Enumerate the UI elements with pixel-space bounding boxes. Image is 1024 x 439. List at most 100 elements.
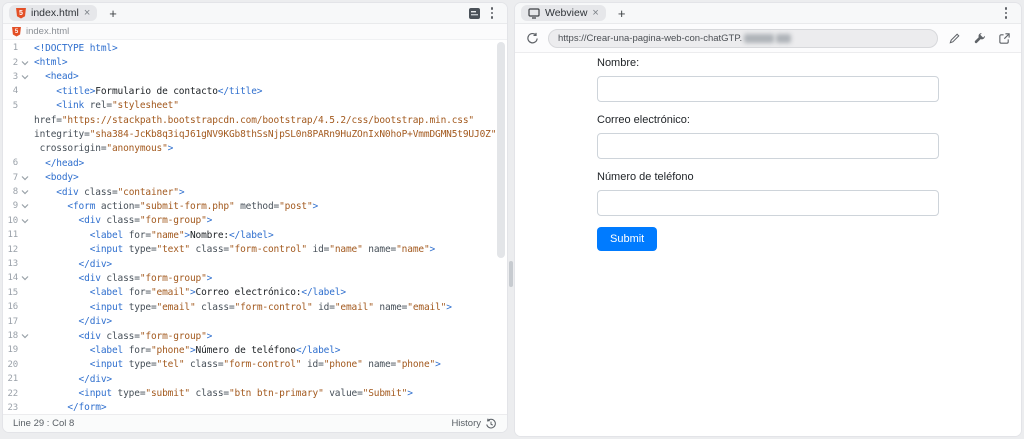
open-external-icon[interactable] xyxy=(995,30,1013,46)
code-line: 22 <input type="submit" class="btn btn-p… xyxy=(3,386,507,400)
line-number: 9 xyxy=(3,201,18,211)
editor-new-tab-button[interactable]: + xyxy=(105,7,121,20)
line-number: 22 xyxy=(3,389,18,399)
html5-file-icon: 5 xyxy=(16,8,26,19)
line-number: 2 xyxy=(3,58,18,68)
line-number: 5 xyxy=(3,101,18,111)
form-input[interactable] xyxy=(597,76,939,102)
redacted-url-segment xyxy=(744,34,774,43)
line-number: 7 xyxy=(3,173,18,183)
fold-chevron-icon[interactable] xyxy=(18,332,31,340)
line-number: 16 xyxy=(3,302,18,312)
line-number: 10 xyxy=(3,216,18,226)
code-line: 7 <body> xyxy=(3,171,507,185)
code-line: 19 <label for="phone">Número de teléfono… xyxy=(3,343,507,357)
form-label: Correo electrónico: xyxy=(597,113,939,128)
line-number: 8 xyxy=(3,187,18,197)
form-input[interactable] xyxy=(597,133,939,159)
code-line: 8 <div class="container"> xyxy=(3,185,507,199)
pane-resize-handle[interactable] xyxy=(509,261,513,287)
line-number: 19 xyxy=(3,345,18,355)
history-button[interactable]: History xyxy=(451,418,497,430)
editor-breadcrumb[interactable]: 5 index.html xyxy=(3,24,507,40)
submit-button[interactable]: Submit xyxy=(597,227,657,251)
code-editor[interactable]: 1<!DOCTYPE html>2<html>3 <head>4 <title>… xyxy=(3,40,507,414)
line-number: 18 xyxy=(3,331,18,341)
breadcrumb-filename: index.html xyxy=(26,26,69,37)
code-line: 1<!DOCTYPE html> xyxy=(3,41,507,55)
line-number: 17 xyxy=(3,317,18,327)
url-text: https://Crear-una-pagina-web-con-chatGTP… xyxy=(558,33,742,44)
edit-pencil-icon[interactable] xyxy=(945,30,963,46)
tab-index-html[interactable]: 5 index.html × xyxy=(9,5,97,21)
editor-scrollbar[interactable] xyxy=(497,42,505,258)
line-number: 6 xyxy=(3,158,18,168)
fold-chevron-icon[interactable] xyxy=(18,188,31,196)
editor-tab-label: index.html xyxy=(31,7,79,19)
code-line: crossorigin="anonymous"> xyxy=(3,142,507,156)
line-number: 11 xyxy=(3,230,18,240)
close-tab-icon[interactable]: × xyxy=(84,8,90,19)
code-line: 9 <form action="submit-form.php" method=… xyxy=(3,199,507,213)
webview-tab-label: Webview xyxy=(545,7,587,19)
close-tab-icon[interactable]: × xyxy=(592,8,598,19)
monitor-icon xyxy=(528,8,540,19)
line-number: 12 xyxy=(3,245,18,255)
cursor-position[interactable]: Line 29 : Col 8 xyxy=(13,418,74,429)
rendered-contact-form: Nombre: Correo electrónico: Número de telé… xyxy=(597,56,939,251)
workspace: 5 index.html × + 5 index.html 1<!DOCTYPE… xyxy=(0,0,1024,439)
line-number: 13 xyxy=(3,259,18,269)
fold-chevron-icon[interactable] xyxy=(18,174,31,182)
line-number: 3 xyxy=(3,72,18,82)
fold-chevron-icon[interactable] xyxy=(18,202,31,210)
form-label: Número de teléfono xyxy=(597,170,939,185)
code-line: 15 <label for="email">Correo electrónico… xyxy=(3,286,507,300)
devtools-wrench-icon[interactable] xyxy=(970,30,988,46)
code-line: 17 </div> xyxy=(3,314,507,328)
fold-chevron-icon[interactable] xyxy=(18,274,31,282)
code-line: 13 </div> xyxy=(3,257,507,271)
fold-chevron-icon[interactable] xyxy=(18,59,31,67)
line-number: 4 xyxy=(3,86,18,96)
code-line: 14 <div class="form-group"> xyxy=(3,271,507,285)
history-label: History xyxy=(451,418,481,429)
webview-urlbar: https://Crear-una-pagina-web-con-chatGTP… xyxy=(515,24,1021,53)
fold-chevron-icon[interactable] xyxy=(18,73,31,81)
line-number: 23 xyxy=(3,403,18,413)
tab-webview[interactable]: Webview × xyxy=(521,5,606,21)
form-label: Nombre: xyxy=(597,56,939,71)
code-line: 18 <div class="form-group"> xyxy=(3,329,507,343)
code-line: 11 <label for="name">Nombre:</label> xyxy=(3,228,507,242)
code-line: 16 <input type="email" class="form-contr… xyxy=(3,300,507,314)
url-input[interactable]: https://Crear-una-pagina-web-con-chatGTP… xyxy=(548,29,938,48)
line-number: 15 xyxy=(3,288,18,298)
redacted-url-segment xyxy=(776,34,791,43)
editor-pane: 5 index.html × + 5 index.html 1<!DOCTYPE… xyxy=(2,2,508,433)
code-line: 6 </head> xyxy=(3,156,507,170)
editor-menu-kebab-icon[interactable] xyxy=(483,5,501,21)
form-field-group: Nombre: xyxy=(597,56,939,102)
editor-tabbar: 5 index.html × + xyxy=(3,3,507,24)
form-input[interactable] xyxy=(597,190,939,216)
code-line: 10 <div class="form-group"> xyxy=(3,214,507,228)
line-number: 1 xyxy=(3,43,18,53)
webview-menu-kebab-icon[interactable] xyxy=(997,5,1015,21)
code-line: integrity="sha384-JcKb8q3iqJ61gNV9KGb8th… xyxy=(3,127,507,141)
code-lines: 1<!DOCTYPE html>2<html>3 <head>4 <title>… xyxy=(3,41,507,414)
line-number: 20 xyxy=(3,360,18,370)
code-line: 20 <input type="tel" class="form-control… xyxy=(3,358,507,372)
code-line: 23 </form> xyxy=(3,401,507,414)
form-field-group: Correo electrónico: xyxy=(597,113,939,159)
code-line: 12 <input type="text" class="form-contro… xyxy=(3,242,507,256)
history-clock-icon xyxy=(485,418,497,430)
code-line: 21 </div> xyxy=(3,372,507,386)
webview-pane: Webview × + https://Crear-una-pagina-web… xyxy=(514,2,1022,437)
reload-icon[interactable] xyxy=(523,30,541,46)
code-line: 4 <title>Formulario de contacto</title> xyxy=(3,84,507,98)
code-line: 3 <head> xyxy=(3,70,507,84)
html5-file-icon: 5 xyxy=(12,27,21,37)
code-line: href="https://stackpath.bootstrapcdn.com… xyxy=(3,113,507,127)
pane-layout-icon[interactable] xyxy=(465,5,483,21)
fold-chevron-icon[interactable] xyxy=(18,217,31,225)
webview-new-tab-button[interactable]: + xyxy=(614,7,630,20)
